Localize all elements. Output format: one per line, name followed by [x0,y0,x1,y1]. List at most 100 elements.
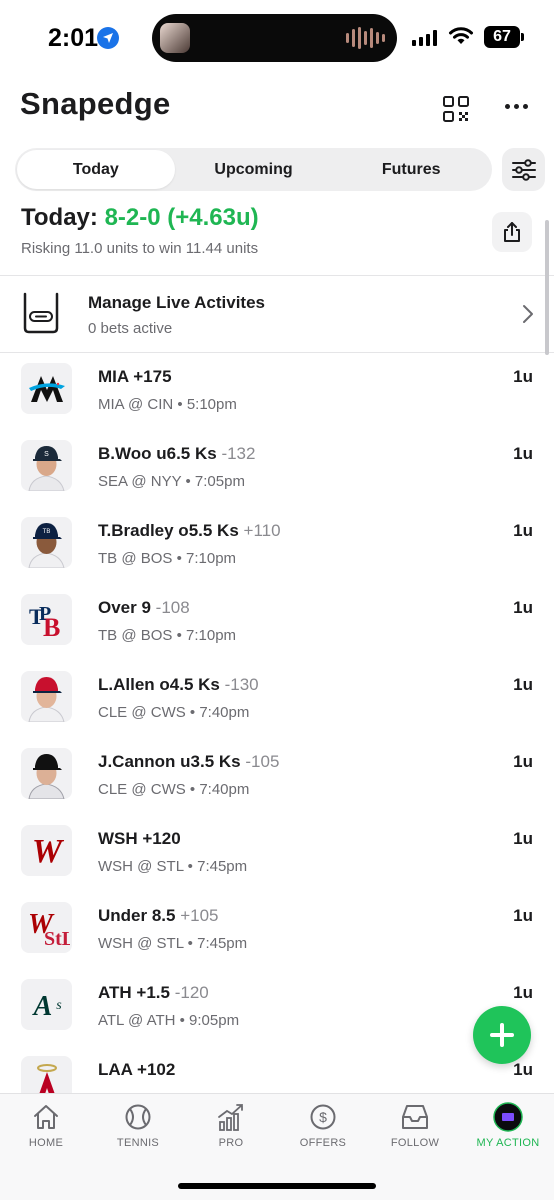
tab-pro[interactable]: PRO [185,1102,277,1149]
tab-label: TENNIS [116,1137,160,1149]
bet-row[interactable]: W WSH +120 WSH @ STL • 7:45pm 1u [0,816,554,893]
scrollbar[interactable] [545,220,549,355]
status-time: 2:01 [48,24,99,52]
tab-upcoming[interactable]: Upcoming [175,150,333,189]
bet-row[interactable]: TB T.Bradley o5.5 Ks +110 TB @ BOS • 7:1… [0,508,554,585]
home-icon [31,1102,61,1132]
bet-row[interactable]: J.Cannon u3.5 Ks -105 CLE @ CWS • 7:40pm… [0,739,554,816]
svg-text:W: W [31,833,64,870]
share-button[interactable] [492,212,532,252]
player-headshot [21,671,72,722]
tab-follow[interactable]: FOLLOW [369,1102,461,1149]
bet-pick: L.Allen o4.5 Ks -130 [98,675,259,694]
audio-waveform-icon [346,27,385,49]
bet-matchup: TB @ BOS • 7:10pm [98,627,237,644]
bet-matchup: CLE @ CWS • 7:40pm [98,704,250,721]
nationals-logo: W [21,825,72,876]
bet-pick: ATH +1.5 -120 [98,983,209,1002]
battery-level: 67 [493,28,511,45]
divider [0,352,554,353]
bet-units: 1u [513,983,533,1002]
bet-row[interactable]: L.Allen o4.5 Ks -130 CLE @ CWS • 7:40pm … [0,662,554,739]
bet-row[interactable]: W StL Under 8.5 +105 WSH @ STL • 7:45pm … [0,893,554,970]
bet-matchup: WSH @ STL • 7:45pm [98,858,248,875]
bet-row[interactable]: A s ATH +1.5 -120 ATL @ ATH • 9:05pm 1u [0,970,554,1047]
home-indicator [178,1183,376,1189]
tab-today[interactable]: Today [17,150,175,189]
more-options-icon[interactable] [505,104,528,109]
bet-pick: Over 9 -108 [98,598,190,617]
player-headshot: TB [21,517,72,568]
share-icon [504,222,520,242]
svg-text:$: $ [319,1109,327,1125]
summary-heading: Today: 8-2-0 (+4.63u) [21,204,259,232]
plus-icon [490,1023,514,1047]
bet-matchup: WSH @ STL • 7:45pm [98,935,248,952]
nationals-cardinals-logo: W StL [21,902,72,953]
bet-pick: LAA +102 [98,1060,176,1079]
tab-label: FOLLOW [390,1137,440,1149]
bet-units: 1u [513,752,533,771]
bet-row[interactable]: T B P Over 9 -108 TB @ BOS • 7:10pm 1u [0,585,554,662]
bet-row[interactable]: LAA +102 1u [0,1047,554,1094]
tab-offers[interactable]: $ OFFERS [277,1102,369,1149]
bet-units: 1u [513,906,533,925]
tab-futures[interactable]: Futures [332,150,490,189]
bet-matchup: ATL @ ATH • 9:05pm [98,1012,240,1029]
bet-pick: MIA +175 [98,367,172,386]
my-action-icon [493,1102,523,1132]
now-playing-artwork [160,23,190,53]
svg-text:StL: StL [44,928,70,950]
player-headshot [21,748,72,799]
bet-matchup: MIA @ CIN • 5:10pm [98,396,237,413]
summary-label: Today: [21,204,98,231]
divider [0,275,554,276]
player-headshot: S [21,440,72,491]
bet-pick: B.Woo u6.5 Ks -132 [98,444,256,463]
bet-units: 1u [513,367,533,386]
tennis-ball-icon [123,1102,153,1132]
bet-matchup: TB @ BOS • 7:10pm [98,550,237,567]
bet-row[interactable]: S B.Woo u6.5 Ks -132 SEA @ NYY • 7:05pm … [0,431,554,508]
bets-list: MIA +175 MIA @ CIN • 5:10pm 1u S B.Woo u… [0,354,554,1094]
tab-label: MY ACTION [476,1137,540,1149]
bet-matchup: CLE @ CWS • 7:40pm [98,781,250,798]
bet-units: 1u [513,598,533,617]
add-bet-button[interactable] [473,1006,531,1064]
tab-home[interactable]: HOME [0,1102,92,1149]
svg-text:S: S [44,451,49,458]
filter-button[interactable] [502,148,545,191]
qr-code-icon[interactable] [443,96,469,122]
bet-pick: T.Bradley o5.5 Ks +110 [98,521,281,540]
cellular-signal-icon [412,30,437,46]
chevron-right-icon [523,305,533,323]
svg-text:A: A [31,991,52,1022]
bet-row[interactable]: MIA +175 MIA @ CIN • 5:10pm 1u [0,354,554,431]
marlins-logo [21,363,72,414]
bet-units: 1u [513,675,533,694]
bet-matchup: SEA @ NYY • 7:05pm [98,473,245,490]
live-activities-title: Manage Live Activites [88,293,265,312]
svg-text:s: s [56,998,62,1013]
tab-my-action[interactable]: MY ACTION [462,1102,554,1149]
bet-units: 1u [513,521,533,540]
live-activities-subtitle: 0 bets active [88,320,173,337]
svg-text:P: P [39,603,51,625]
inbox-icon [400,1102,430,1132]
bet-units: 1u [513,829,533,848]
live-activity-icon [23,292,59,334]
svg-text:TB: TB [43,529,51,535]
location-arrow-icon [97,27,119,49]
summary-subtitle: Risking 11.0 units to win 11.44 units [21,240,259,257]
angels-logo [21,1056,72,1094]
bet-pick: WSH +120 [98,829,181,848]
dollar-icon: $ [308,1102,338,1132]
tab-tennis[interactable]: TENNIS [92,1102,184,1149]
wifi-icon [449,27,473,44]
page-title: Snapedge [20,86,171,121]
dynamic-island[interactable] [152,14,397,62]
summary-record: 8-2-0 (+4.63u) [104,204,259,231]
tab-label: HOME [28,1137,64,1149]
sliders-icon [511,158,536,181]
segmented-control: Today Upcoming Futures [15,148,492,191]
